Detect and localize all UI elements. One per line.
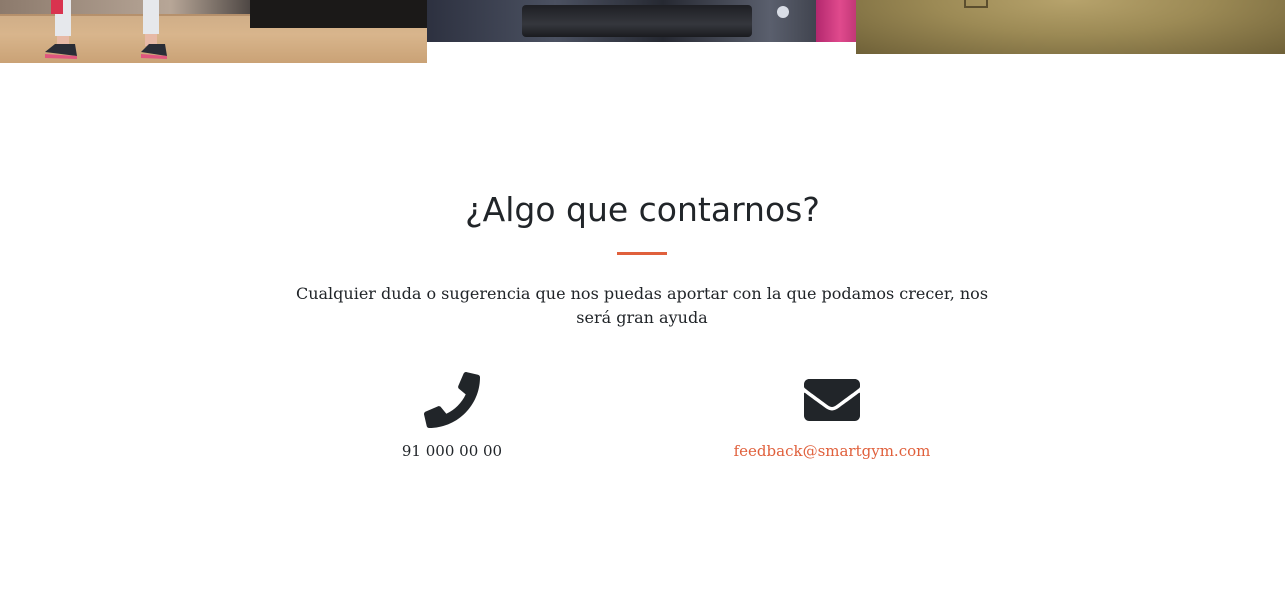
gallery-photo-fitness-class (0, 0, 427, 63)
title-divider (617, 252, 667, 255)
contact-email: feedback@smartgym.com (702, 372, 962, 460)
phone-icon (424, 372, 480, 428)
contact-phone: 91 000 00 00 (322, 372, 582, 460)
gallery-photo-gym-equipment (427, 0, 856, 42)
phone-number: 91 000 00 00 (401, 442, 503, 460)
gallery-photo-gym-floor (856, 0, 1285, 54)
envelope-icon (804, 379, 860, 421)
contact-lead-text: Cualquier duda o sugerencia que nos pued… (295, 284, 989, 327)
email-link[interactable]: feedback@smartgym.com (702, 442, 962, 460)
legs-illustration (45, 0, 167, 59)
contact-title: ¿Algo que contarnos? (465, 190, 820, 229)
